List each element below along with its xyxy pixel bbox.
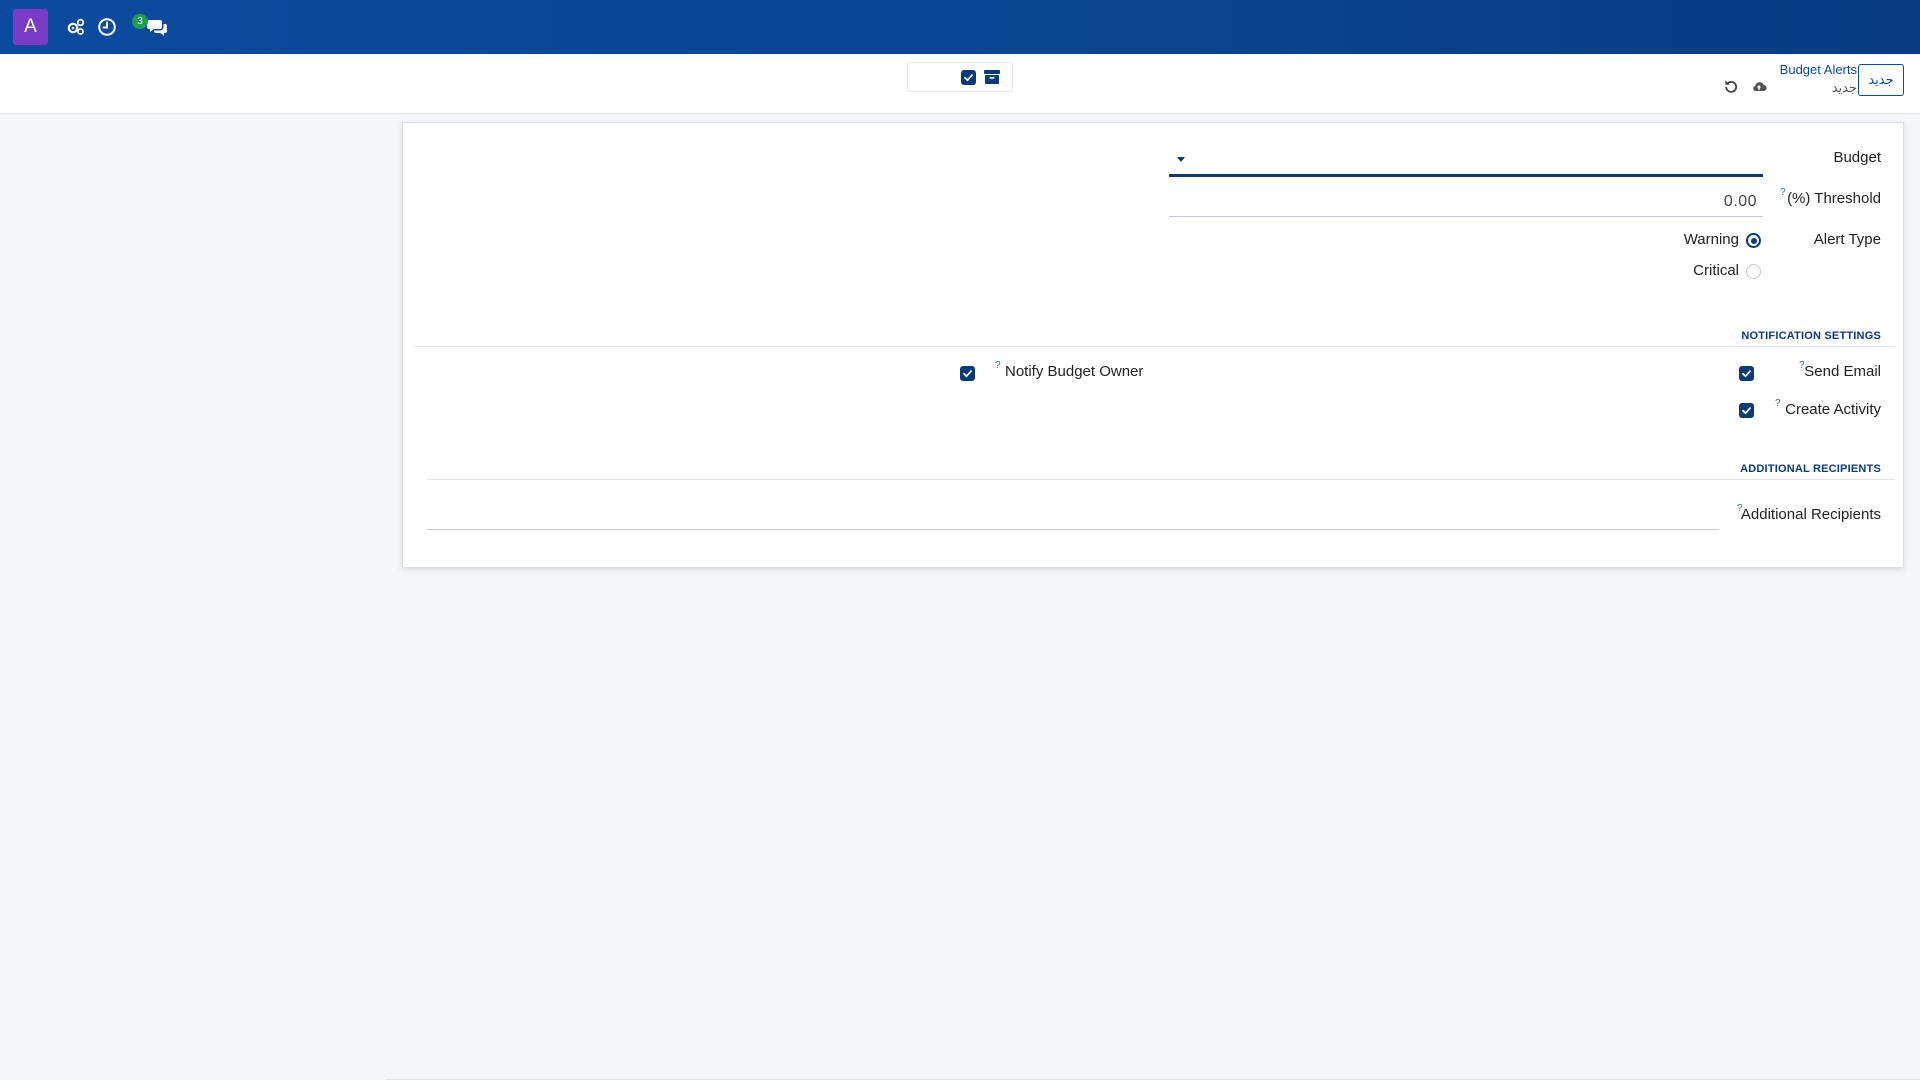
send-email-help-icon[interactable]: ? (1799, 360, 1805, 371)
threshold-help-icon[interactable]: ? (1780, 187, 1786, 198)
section-divider (413, 346, 1895, 347)
additional-recipients-label: Additional Recipients (1740, 506, 1881, 523)
notification-settings-title: NOTIFICATION SETTINGS (1741, 330, 1881, 342)
additional-recipients-help-icon[interactable]: ? (1737, 503, 1743, 514)
send-email-label: Send Email (1804, 363, 1881, 380)
alert-type-warning-label: Warning (1683, 231, 1739, 248)
app-menu-avatar[interactable]: A (13, 9, 48, 45)
breadcrumb-current: جديد (1831, 80, 1857, 95)
chevron-down-icon[interactable] (1177, 157, 1185, 162)
active-toggle-checkbox[interactable] (961, 70, 976, 85)
additional-recipients-title: ADDITIONAL RECIPIENTS (1740, 463, 1881, 475)
chat-icon[interactable] (146, 17, 168, 37)
threshold-label: (%) Threshold (1787, 190, 1881, 207)
notify-owner-label: Notify Budget Owner (1005, 363, 1144, 380)
record-actions (907, 62, 1013, 92)
budget-label: Budget (1833, 149, 1881, 166)
alert-type-critical-radio[interactable] (1746, 264, 1761, 279)
section-divider (427, 479, 1895, 480)
settings-cogs-icon[interactable] (66, 17, 86, 37)
control-panel: جديد Budget Alerts جديد (0, 54, 1920, 114)
save-cloud-icon[interactable] (1751, 78, 1767, 94)
send-email-checkbox[interactable] (1739, 366, 1754, 381)
breadcrumb-parent-link[interactable]: Budget Alerts (1780, 62, 1857, 77)
archive-icon[interactable] (983, 68, 1001, 86)
additional-recipients-input[interactable] (427, 529, 1719, 530)
messages-count-badge: 3 (132, 14, 148, 29)
create-activity-label: Create Activity (1785, 401, 1881, 418)
top-navbar: A 3 (0, 0, 1920, 54)
notify-owner-checkbox[interactable] (960, 366, 975, 381)
discard-undo-icon[interactable] (1723, 78, 1739, 94)
notify-owner-help-icon[interactable]: ? (995, 360, 1001, 371)
clock-icon[interactable] (97, 17, 117, 37)
create-activity-checkbox[interactable] (1739, 403, 1754, 418)
budget-select[interactable] (1169, 147, 1763, 177)
alert-type-warning-radio[interactable] (1746, 233, 1761, 248)
create-activity-help-icon[interactable]: ? (1775, 398, 1781, 409)
threshold-input[interactable]: 0.00 (1169, 189, 1763, 217)
new-button[interactable]: جديد (1858, 64, 1904, 96)
alert-type-label: Alert Type (1813, 231, 1881, 248)
form-sheet: Budget (%) Threshold ? 0.00 Alert Type W… (402, 122, 1904, 568)
alert-type-critical-label: Critical (1693, 262, 1739, 279)
